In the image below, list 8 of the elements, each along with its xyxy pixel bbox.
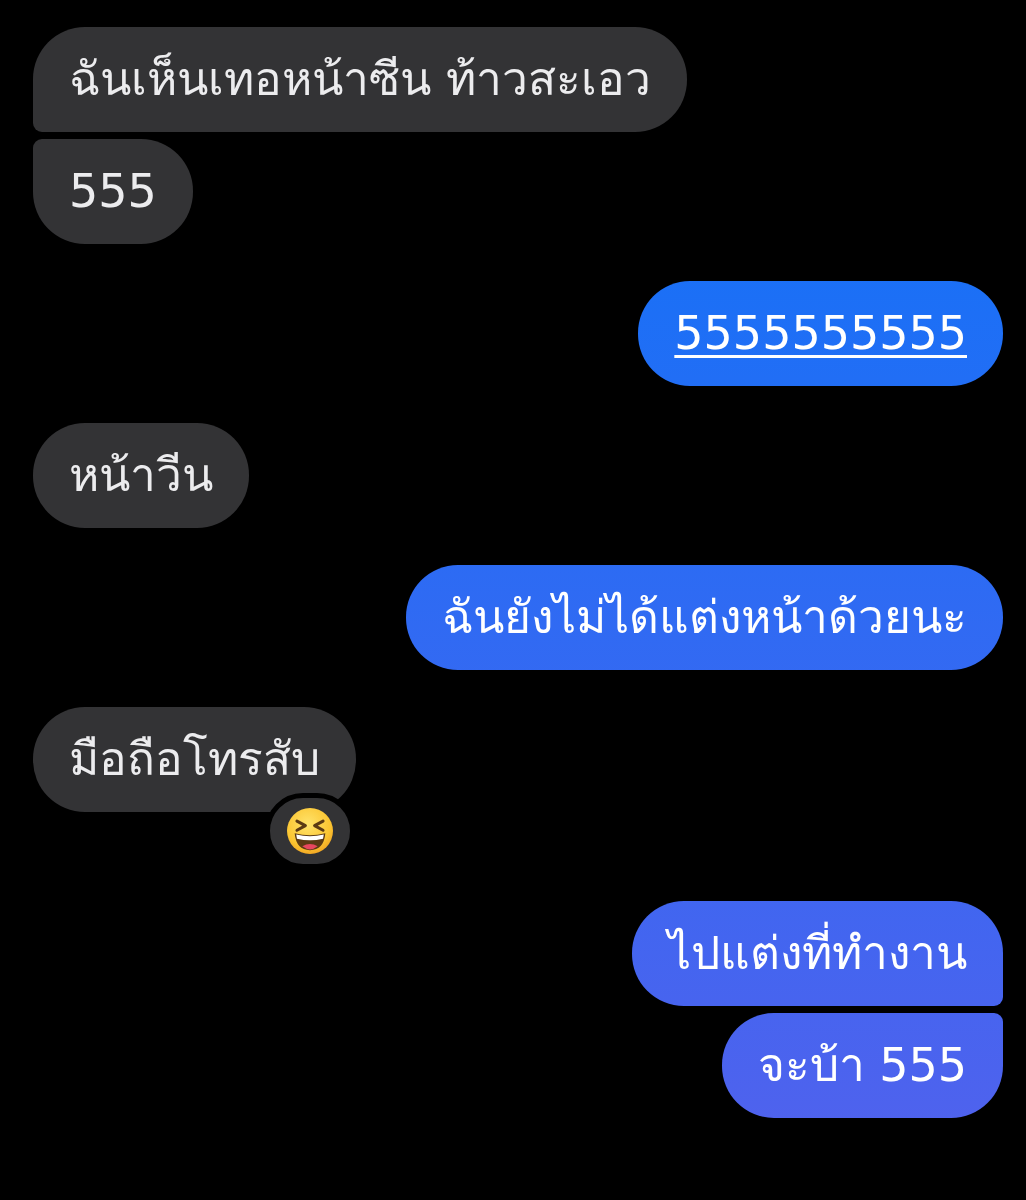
message-text: จะบ้า 555 — [757, 1037, 967, 1094]
message-text: หน้าวีน — [69, 447, 213, 504]
message-text: ฉันเห็นเทอหน้าซีน ท้าวสะเอว — [69, 51, 651, 108]
message-link[interactable]: 5555555555 — [674, 298, 967, 369]
laughing-face-icon — [287, 808, 333, 854]
message-text: ฉันยังไม่ได้แต่งหน้าด้วยนะ — [442, 589, 967, 646]
message-text: มือถือโทรสับ — [69, 731, 320, 788]
message-text: 555 — [69, 163, 157, 220]
